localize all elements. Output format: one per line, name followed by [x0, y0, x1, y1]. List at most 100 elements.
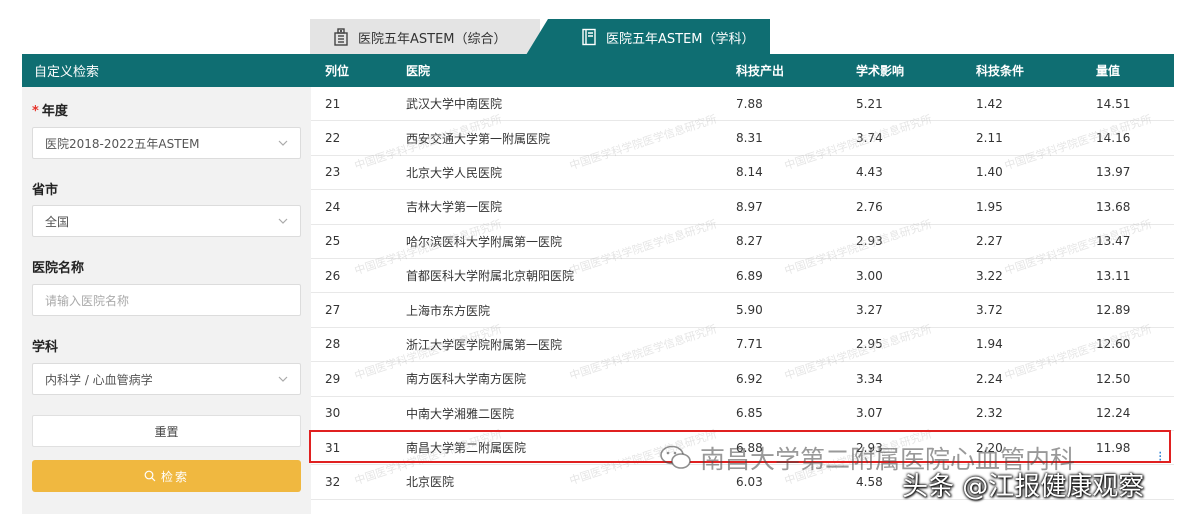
table-cell: 北京医院 [406, 475, 455, 490]
tab-hospital-astem-subject[interactable]: 医院五年ASTEM（学科） [526, 19, 770, 55]
scroll-indicator[interactable]: ⁝ [1158, 449, 1162, 465]
table-cell: 14.16 [1096, 131, 1131, 146]
subject-select[interactable]: 内科学 / 心血管病学 [32, 363, 301, 395]
table-row[interactable]: 23 北京大学人民医院 8.14 4.43 1.40 13.97 [311, 155, 1174, 191]
table-cell: 11.98 [1096, 440, 1131, 455]
table-cell: 南方医科大学南方医院 [406, 372, 527, 387]
table-cell: 12.50 [1096, 371, 1131, 386]
tab-bar: 医院五年ASTEM（综合） 医院五年ASTEM（学科） [310, 19, 770, 55]
table-cell: 7.71 [736, 337, 763, 352]
column-header: 学术影响 [856, 64, 905, 78]
column-header: 医院 [406, 64, 431, 78]
year-label: * 年度 [32, 104, 68, 119]
chevron-down-icon [278, 376, 288, 382]
table-cell: 浙江大学医学院附属第一医院 [406, 337, 563, 352]
column-header: 量值 [1096, 64, 1121, 78]
column-header: 科技产出 [736, 64, 785, 78]
table-cell: 14.51 [1096, 96, 1131, 111]
table-cell: 3.72 [976, 303, 1003, 318]
province-label: 省市 [32, 183, 59, 198]
table-cell: 6.89 [736, 268, 763, 283]
table-cell: 7.88 [736, 96, 763, 111]
table-cell: 1.94 [976, 337, 1003, 352]
table-cell: 西安交通大学第一附属医院 [406, 131, 551, 146]
chevron-down-icon [278, 218, 288, 224]
sidebar-header: 自定义检索 [22, 54, 311, 87]
table-cell: 28 [325, 337, 341, 352]
table-cell: 6.85 [736, 406, 763, 421]
platform-watermark: 头条 @江报健康观察 [902, 472, 1145, 502]
table-cell: 2.27 [976, 234, 1003, 249]
search-icon [144, 470, 156, 482]
table-cell: 8.97 [736, 199, 763, 214]
table-cell: 26 [325, 268, 341, 283]
table-cell: 3.34 [856, 371, 883, 386]
table-cell: 2.24 [976, 371, 1003, 386]
table-cell: 4.43 [856, 165, 883, 180]
column-header: 科技条件 [976, 64, 1025, 78]
hospital-name-label: 医院名称 [32, 261, 85, 276]
table-cell: 2.93 [856, 234, 883, 249]
table-cell: 1.95 [976, 199, 1003, 214]
reset-button[interactable]: 重置 [32, 415, 301, 447]
table-body: 21 武汉大学中南医院 7.88 5.21 1.42 14.51 22 西安交通大学第一附属医… [311, 87, 1174, 500]
tab-label: 医院五年ASTEM（学科） [606, 31, 755, 47]
table-cell: 南昌大学第二附属医院 [406, 441, 527, 456]
tab-hospital-astem-overall[interactable]: 医院五年ASTEM（综合） [310, 19, 540, 55]
table-cell: 32 [325, 474, 341, 489]
table-row[interactable]: 30 中南大学湘雅二医院 6.85 3.07 2.32 12.24 [311, 396, 1174, 431]
table-cell: 23 [325, 165, 341, 180]
table-cell: 3.00 [856, 268, 883, 283]
table-header: 列位 医院 科技产出 学术影响 科技条件 量值 [311, 54, 1174, 87]
table-row[interactable]: 24 吉林大学第一医院 8.97 2.76 1.95 13.68 [311, 190, 1174, 225]
search-button[interactable]: 检索 [32, 460, 301, 492]
table-cell: 27 [325, 303, 341, 318]
table-cell: 25 [325, 234, 341, 249]
required-mark: * [32, 104, 39, 119]
table-cell: 2.32 [976, 406, 1003, 421]
table-cell: 13.47 [1096, 234, 1131, 249]
table-row[interactable]: 27 上海市东方医院 5.90 3.27 3.72 12.89 [311, 293, 1174, 328]
table-cell: 中南大学湘雅二医院 [406, 406, 515, 421]
table-row[interactable]: 22 西安交通大学第一附属医院 8.31 3.74 2.11 14.16 [311, 121, 1174, 156]
table-cell: 哈尔滨医科大学附属第一医院 [406, 234, 563, 249]
table-cell: 24 [325, 199, 341, 214]
province-select[interactable]: 全国 [32, 205, 301, 237]
table-cell: 2.95 [856, 337, 883, 352]
table-cell: 8.31 [736, 131, 763, 146]
table-cell: 12.24 [1096, 406, 1131, 421]
tab-label: 医院五年ASTEM（综合） [358, 31, 507, 47]
table-cell: 30 [325, 406, 341, 421]
table-cell: 22 [325, 131, 341, 146]
table-row[interactable]: 26 首都医科大学附属北京朝阳医院 6.89 3.00 3.22 13.11 [311, 258, 1174, 294]
table-cell: 3.22 [976, 268, 1003, 283]
table-cell: 12.89 [1096, 303, 1131, 318]
book-icon [580, 28, 598, 46]
table-cell: 5.90 [736, 303, 763, 318]
table-cell: 13.11 [1096, 268, 1131, 283]
search-sidebar: 自定义检索 * 年度 医院2018-2022五年ASTEM 省市 全国 医院名称 … [22, 54, 311, 514]
hospital-building-icon [332, 28, 350, 46]
table-cell: 21 [325, 96, 341, 111]
table-cell: 6.92 [736, 371, 763, 386]
table-cell: 2.76 [856, 199, 883, 214]
table-cell: 1.42 [976, 96, 1003, 111]
table-row[interactable]: 21 武汉大学中南医院 7.88 5.21 1.42 14.51 [311, 87, 1174, 122]
table-cell: 8.27 [736, 234, 763, 249]
wechat-icon [660, 445, 691, 469]
table-cell: 首都医科大学附属北京朝阳医院 [406, 269, 575, 284]
hospital-name-input[interactable]: 请输入医院名称 [32, 284, 301, 316]
table-cell: 上海市东方医院 [406, 303, 491, 318]
table-row[interactable]: 28 浙江大学医学院附属第一医院 7.71 2.95 1.94 12.60 [311, 327, 1174, 363]
table-cell: 2.11 [976, 131, 1003, 146]
table-row[interactable]: 29 南方医科大学南方医院 6.92 3.34 2.24 12.50 [311, 362, 1174, 397]
table-cell: 北京大学人民医院 [406, 165, 503, 180]
table-cell: 1.40 [976, 165, 1003, 180]
subject-label: 学科 [32, 340, 59, 355]
table-cell: 3.07 [856, 406, 883, 421]
table-cell: 8.14 [736, 165, 763, 180]
table-cell: 13.68 [1096, 199, 1131, 214]
year-select[interactable]: 医院2018-2022五年ASTEM [32, 127, 301, 159]
table-cell: 12.60 [1096, 337, 1131, 352]
table-row[interactable]: 25 哈尔滨医科大学附属第一医院 8.27 2.93 2.27 13.47 [311, 224, 1174, 259]
